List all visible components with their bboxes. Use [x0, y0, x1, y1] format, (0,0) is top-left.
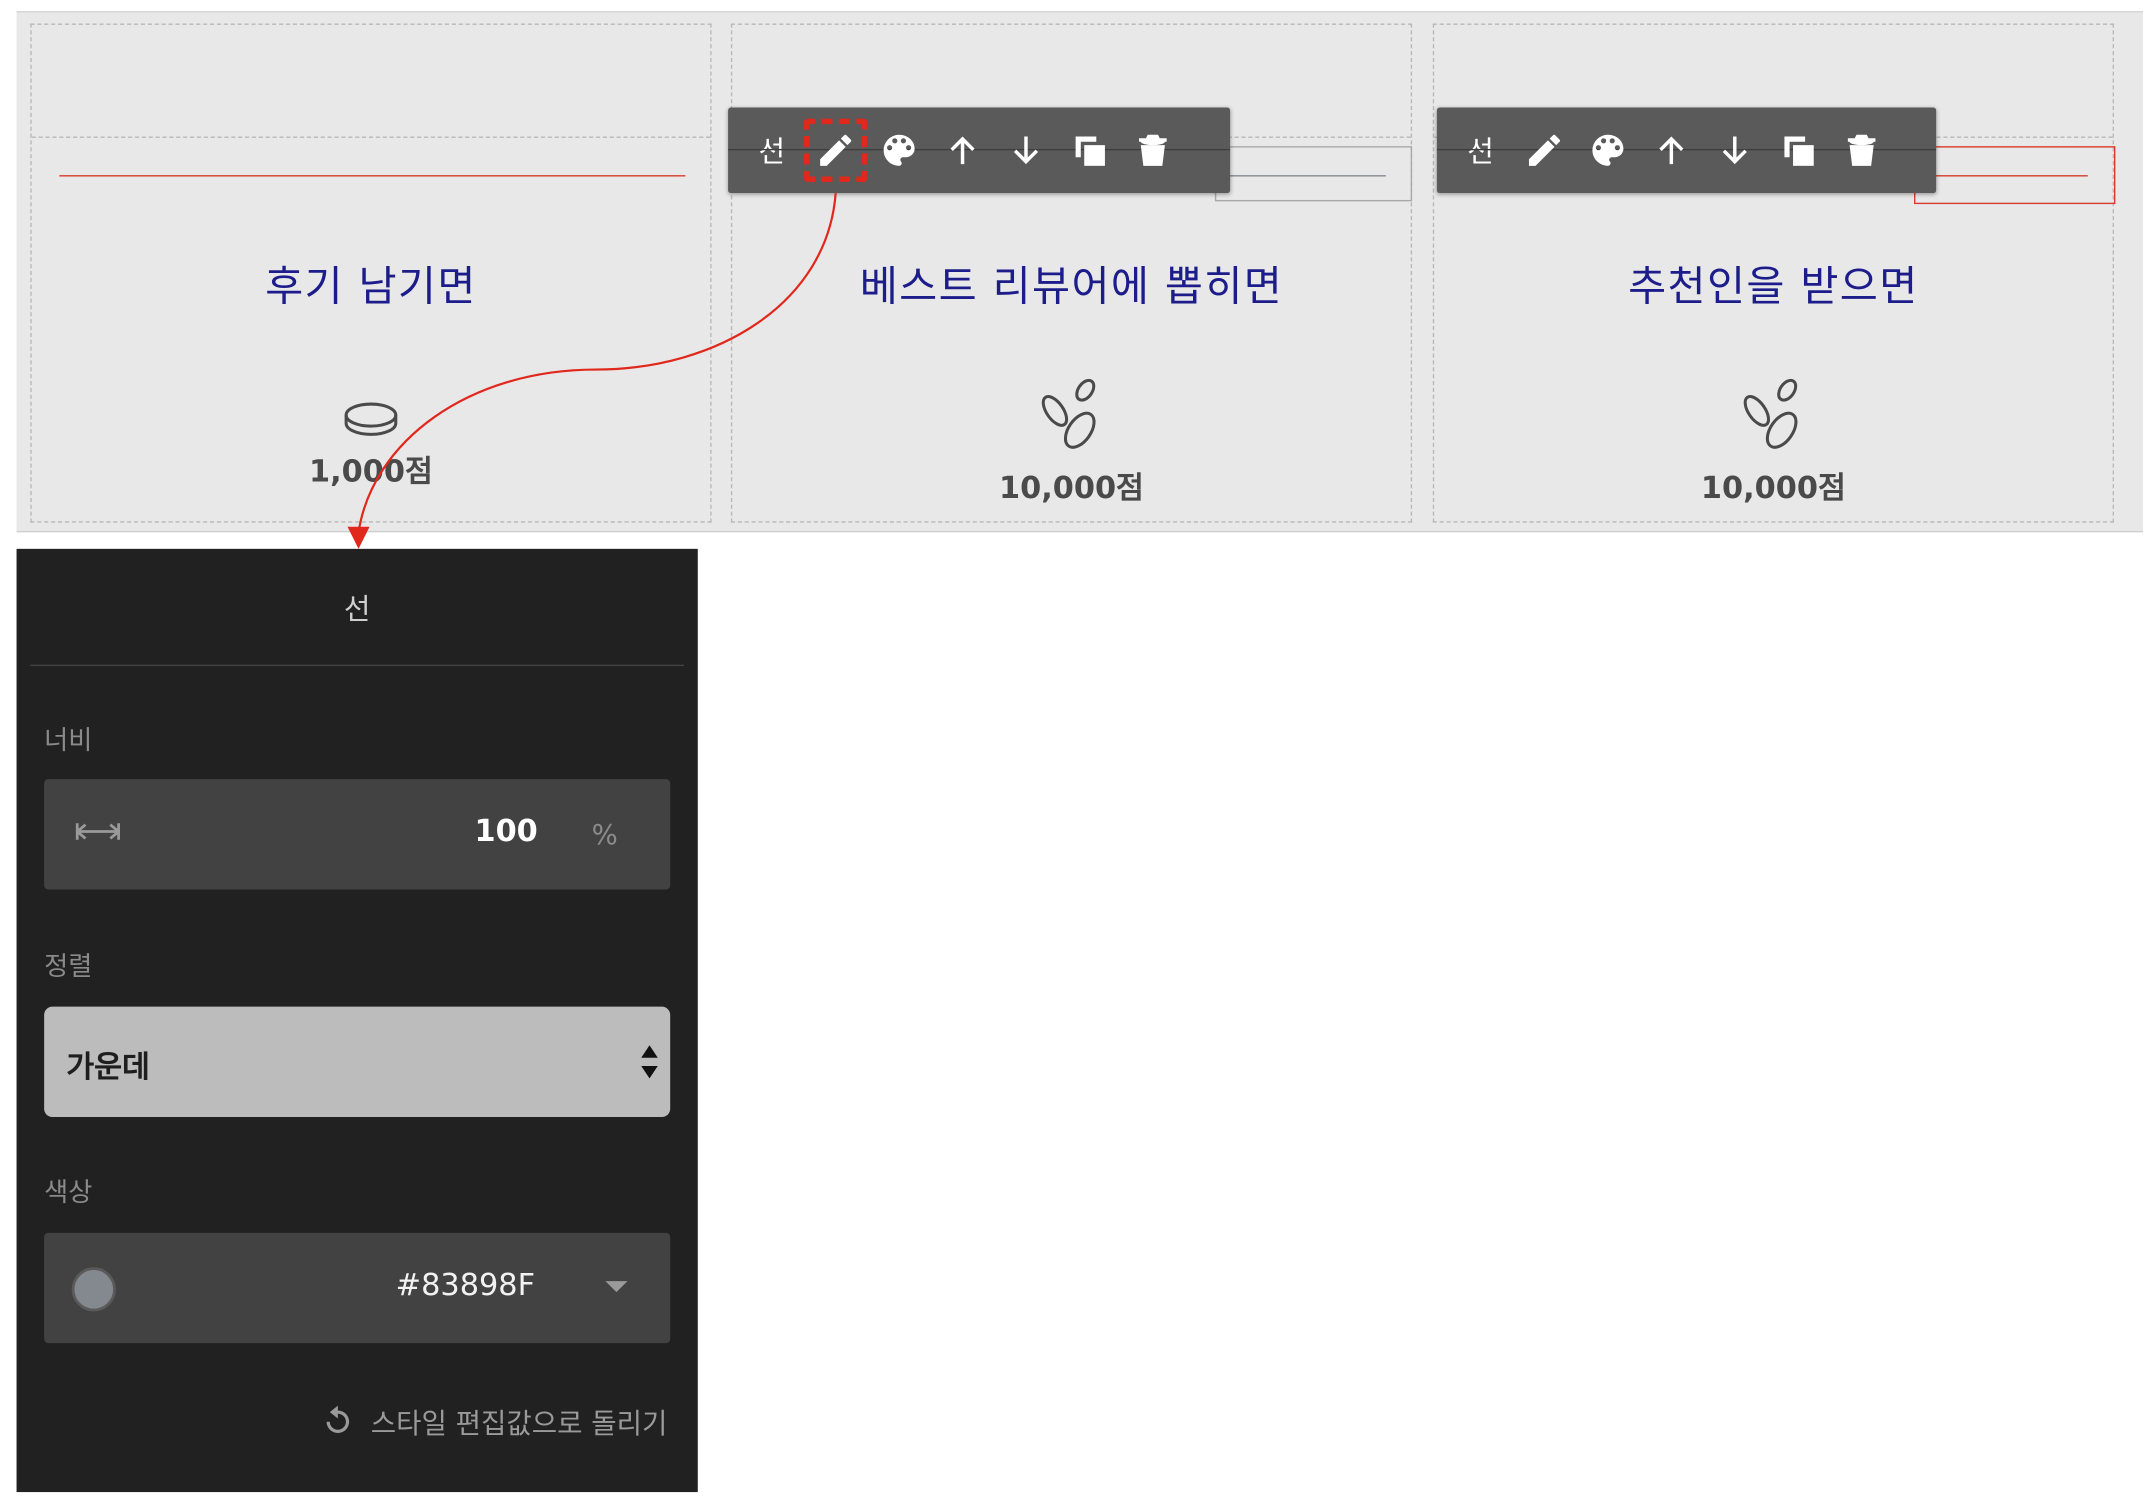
points-text: 10,000점 [998, 471, 1144, 507]
duplicate-icon [1076, 136, 1106, 166]
reward-title: 베스트 리뷰어에 뽑히면 [859, 263, 1284, 312]
palette-icon [884, 134, 916, 166]
move-up-button[interactable] [931, 119, 994, 182]
points-text: 10,000점 [1700, 471, 1846, 507]
palette-icon [1592, 134, 1624, 166]
move-down-button[interactable] [1704, 119, 1767, 182]
arrow-up-icon [950, 136, 976, 165]
width-field[interactable]: 100 % [44, 779, 671, 890]
edit-button[interactable] [804, 118, 868, 183]
block-toolbar: 선 [728, 107, 1231, 194]
align-label: 정렬 [44, 951, 93, 982]
color-hex-value: #83898F [395, 1268, 536, 1304]
duplicate-button[interactable] [1767, 119, 1830, 182]
arrow-down-icon [1723, 136, 1748, 165]
color-label: 색상 [44, 1177, 93, 1209]
style-button[interactable] [868, 119, 931, 182]
edit-button[interactable] [1513, 119, 1576, 182]
hover-block-outline [1914, 146, 2116, 205]
trash-icon [1139, 134, 1168, 166]
editor-canvas: 후기 남기면 1,000점 베스트 리뷰어에 뽑히면 10,000점 추천인을 [16, 11, 2143, 533]
panel-title: 선 [343, 592, 371, 627]
reward-title: 후기 남기면 [265, 263, 477, 312]
edit-pencil-icon [820, 134, 852, 166]
color-swatch[interactable] [71, 1267, 116, 1312]
move-up-button[interactable] [1640, 119, 1703, 182]
selected-block-outline [1214, 146, 1413, 202]
width-unit: % [591, 817, 618, 851]
trash-icon [1848, 134, 1876, 166]
width-label: 너비 [44, 725, 93, 756]
color-field[interactable]: #83898F [44, 1232, 671, 1344]
block-toolbar: 선 [1436, 107, 1937, 194]
style-button[interactable] [1577, 119, 1640, 182]
delete-button[interactable] [1122, 119, 1185, 182]
toolbar-label: 선 [1467, 135, 1494, 169]
move-down-button[interactable] [995, 119, 1058, 182]
single-coin-icon [344, 402, 398, 436]
reward-column-2[interactable]: 베스트 리뷰어에 뽑히면 10,000점 [730, 23, 1413, 523]
empty-block-slot[interactable] [31, 25, 711, 138]
reward-title: 추천인을 받으면 [1628, 263, 1919, 312]
panel-divider [30, 664, 684, 667]
points-text: 1,000점 [309, 455, 433, 490]
reset-style-button[interactable]: 스타일 편집값으로 돌리기 [318, 1401, 667, 1441]
width-value[interactable]: 100 [474, 815, 537, 849]
width-arrows-icon [75, 823, 120, 840]
divider-line[interactable] [59, 175, 686, 177]
align-value: 가운데 [66, 1050, 150, 1086]
reset-label: 스타일 편집값으로 돌리기 [370, 1406, 668, 1440]
arrow-up-icon [1659, 136, 1684, 165]
toolbar-label: 선 [758, 135, 786, 169]
line-settings-panel: 선 너비 100 % 정렬 가운데 색상 #83898F 스타일 편집값으로 돌… [16, 548, 698, 1493]
sort-arrows-icon [641, 1045, 658, 1079]
coin-pile-icon [1743, 378, 1798, 449]
reward-column-3[interactable]: 추천인을 받으면 10,000점 [1432, 23, 2116, 523]
edit-pencil-icon [1529, 134, 1561, 166]
align-select[interactable]: 가운데 [44, 1006, 671, 1117]
duplicate-icon [1784, 136, 1815, 166]
delete-button[interactable] [1830, 119, 1893, 182]
duplicate-button[interactable] [1058, 119, 1121, 182]
dropdown-caret-icon[interactable] [604, 1280, 629, 1294]
reset-icon [326, 1404, 349, 1433]
coin-pile-icon [1041, 378, 1096, 449]
reward-column-1[interactable]: 후기 남기면 1,000점 [30, 23, 712, 523]
arrow-down-icon [1014, 136, 1039, 165]
